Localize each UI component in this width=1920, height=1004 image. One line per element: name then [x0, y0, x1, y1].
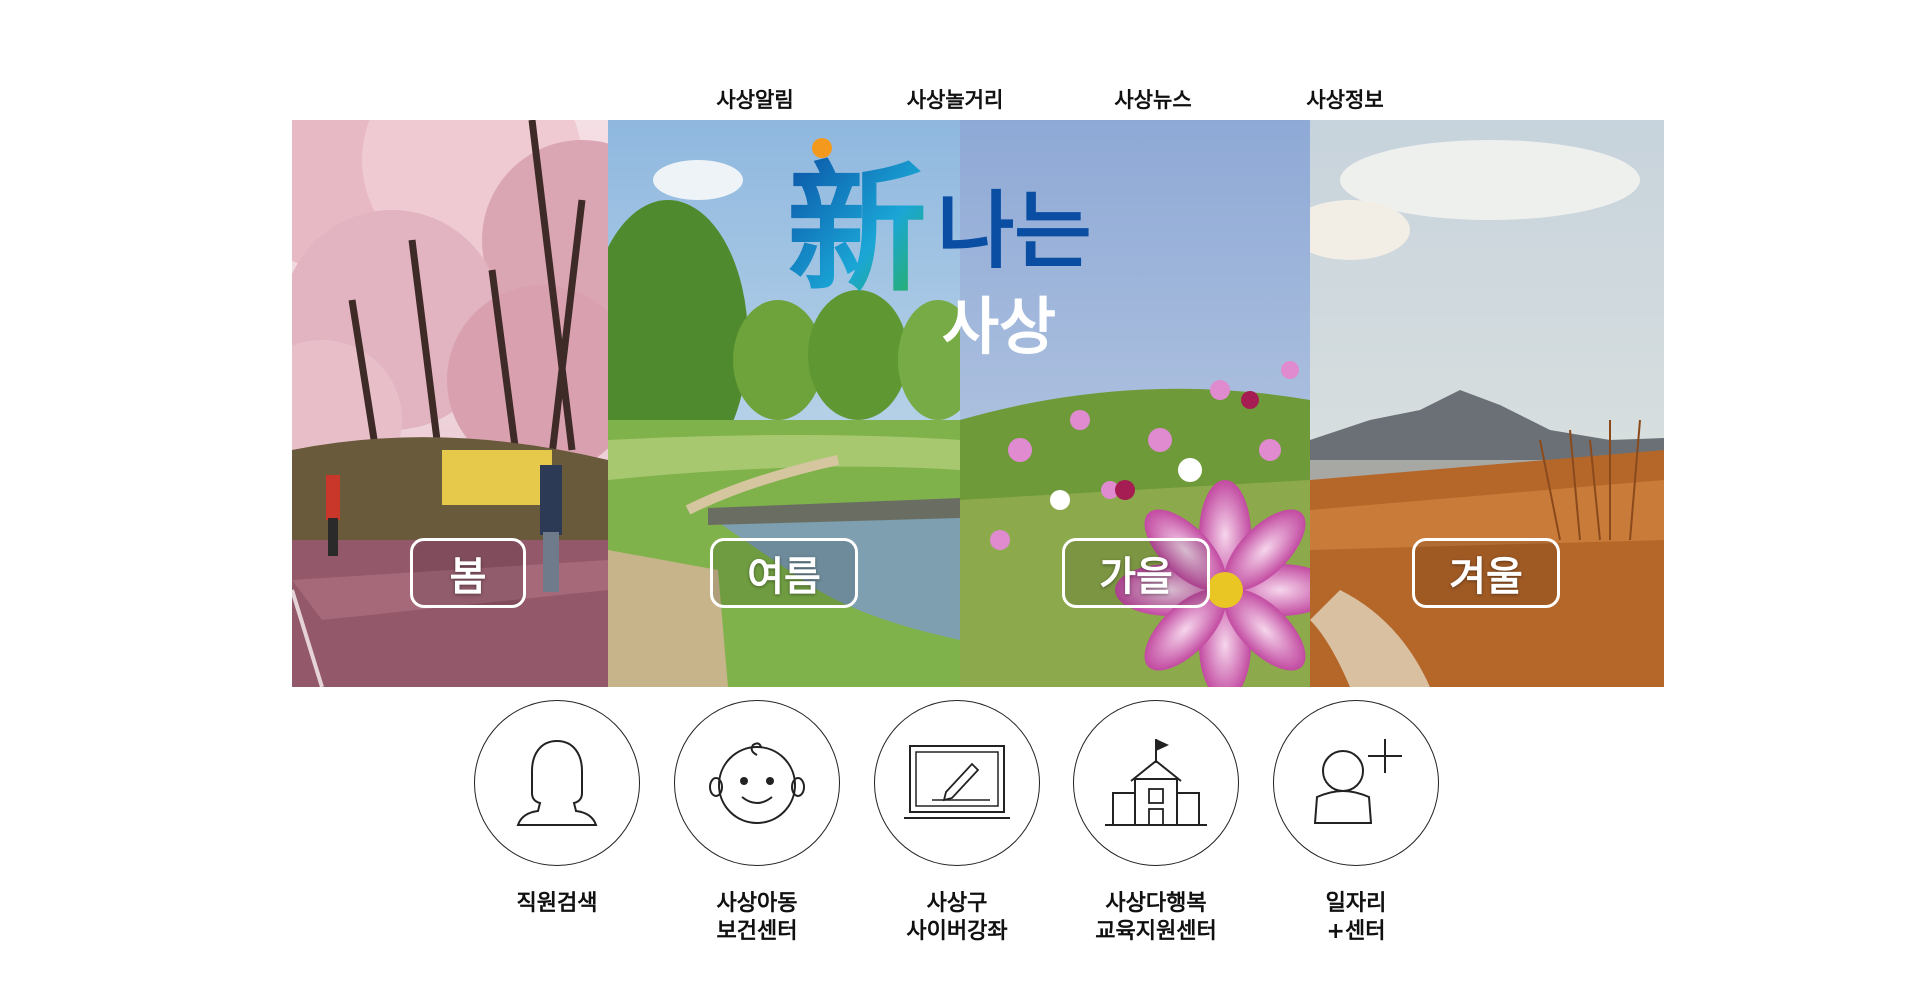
quick-link-circle[interactable]	[1273, 700, 1439, 866]
season-button-spring[interactable]: 봄	[410, 538, 526, 608]
quick-link-circle[interactable]	[674, 700, 840, 866]
quick-link-label: 사상구 사이버강좌	[906, 891, 1008, 944]
quick-link-label: 사상다행복 교육지원센터	[1095, 891, 1217, 944]
quick-link-child-health[interactable]: 사상아동 보건센터	[647, 700, 867, 946]
nav-item-notices[interactable]: 사상알림	[716, 84, 793, 114]
quick-link-staff-search[interactable]: 직원검색	[447, 700, 667, 918]
quick-link-circle[interactable]	[874, 700, 1040, 866]
quick-links: 직원검색 사상아동 보건센터 사상구 사이버강좌 사상다행복 교육지원센터 일자…	[0, 700, 1920, 980]
quick-link-cyber-lecture[interactable]: 사상구 사이버강좌	[847, 700, 1067, 946]
spring-panel[interactable]: 봄	[292, 120, 608, 687]
quick-link-label: 사상아동 보건센터	[716, 891, 798, 944]
quick-link-circle[interactable]	[474, 700, 640, 866]
season-hero: 봄 여름 가을 겨울 新 나는 사상	[292, 120, 1664, 687]
nav-item-info[interactable]: 사상정보	[1306, 84, 1383, 114]
season-button-summer[interactable]: 여름	[710, 538, 858, 608]
quick-link-label: 직원검색	[516, 891, 598, 916]
new-sasang-logo: 新 나는 사상	[787, 138, 1092, 363]
quick-link-education-support[interactable]: 사상다행복 교육지원센터	[1046, 700, 1266, 946]
person-silhouette-icon	[516, 739, 598, 826]
nav-item-news[interactable]: 사상뉴스	[1114, 84, 1191, 114]
quick-link-job-center[interactable]: 일자리 +센터	[1246, 700, 1466, 946]
school-house-icon	[1105, 739, 1207, 826]
quick-link-label: 일자리 +센터	[1325, 891, 1387, 944]
logo-hanja: 新	[787, 148, 927, 312]
winter-panel[interactable]: 겨울	[1310, 120, 1664, 687]
baby-face-icon	[709, 742, 805, 824]
logo-line1: 나는	[937, 182, 1092, 280]
nav-item-attractions[interactable]: 사상놀거리	[907, 84, 1004, 114]
quick-link-circle[interactable]	[1073, 700, 1239, 866]
logo-line2: 사상	[942, 290, 1056, 363]
season-button-autumn[interactable]: 가을	[1062, 538, 1210, 608]
top-nav: 사상알림 사상놀거리 사상뉴스 사상정보	[0, 84, 1920, 120]
season-button-winter[interactable]: 겨울	[1412, 538, 1560, 608]
monitor-pen-icon	[904, 745, 1010, 819]
person-plus-icon	[1313, 739, 1402, 824]
